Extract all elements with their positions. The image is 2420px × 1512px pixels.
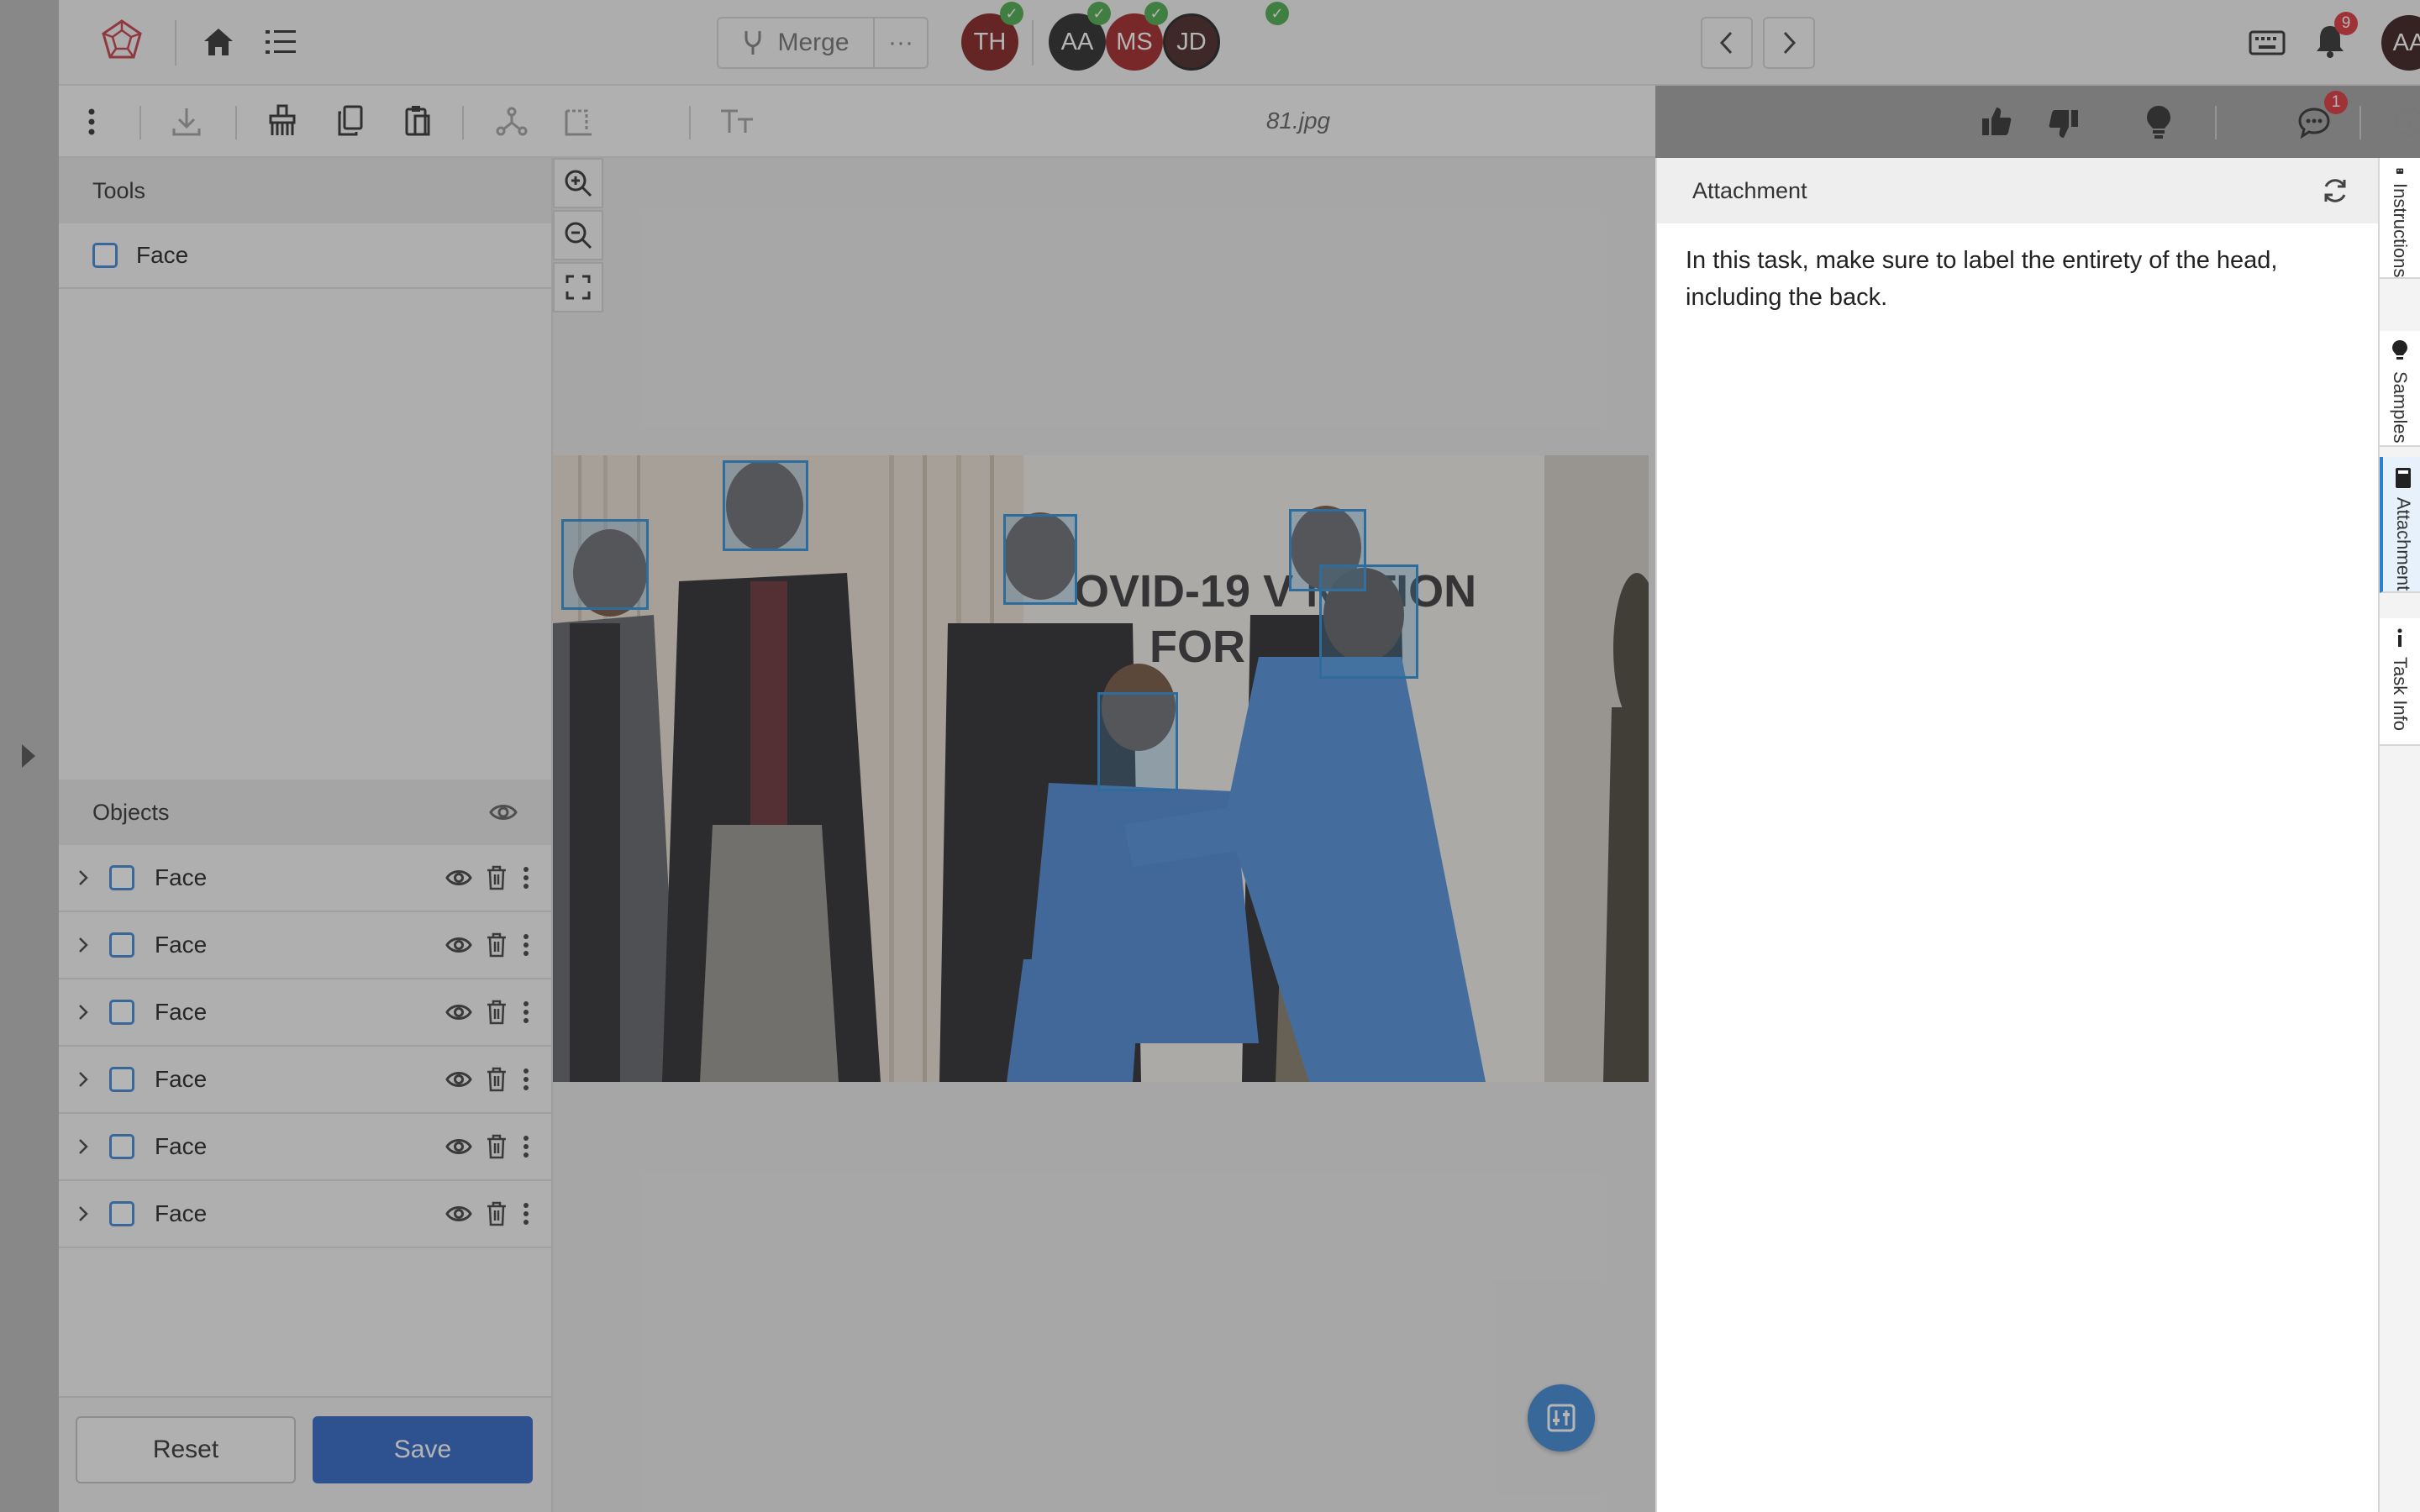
book-icon	[2396, 168, 2404, 174]
tab-samples-label: Samples	[2390, 371, 2411, 444]
refresh-icon[interactable]	[2321, 176, 2349, 205]
tab-task-info-label: Task Info	[2390, 657, 2411, 732]
side-tabs: Instructions Samples Attachment Task Inf…	[2378, 158, 2420, 1512]
tab-attachment-label: Attachment	[2393, 497, 2414, 591]
tab-attachment[interactable]: Attachment	[2380, 457, 2420, 593]
attachment-header: Attachment	[1657, 158, 2380, 223]
info-icon	[2397, 628, 2402, 647]
attachment-title: Attachment	[1692, 177, 1807, 203]
book-icon	[2396, 468, 2411, 488]
attachment-text: In this task, make sure to label the ent…	[1686, 247, 2278, 311]
lightbulb-icon	[2392, 340, 2407, 360]
tab-instructions[interactable]: Instructions	[2380, 158, 2420, 279]
tab-task-info[interactable]: Task Info	[2380, 618, 2420, 746]
tab-samples[interactable]: Samples	[2380, 331, 2420, 447]
attachment-panel: Attachment In this task, make sure to la…	[1655, 158, 2380, 1512]
tab-instructions-label: Instructions	[2390, 182, 2411, 278]
